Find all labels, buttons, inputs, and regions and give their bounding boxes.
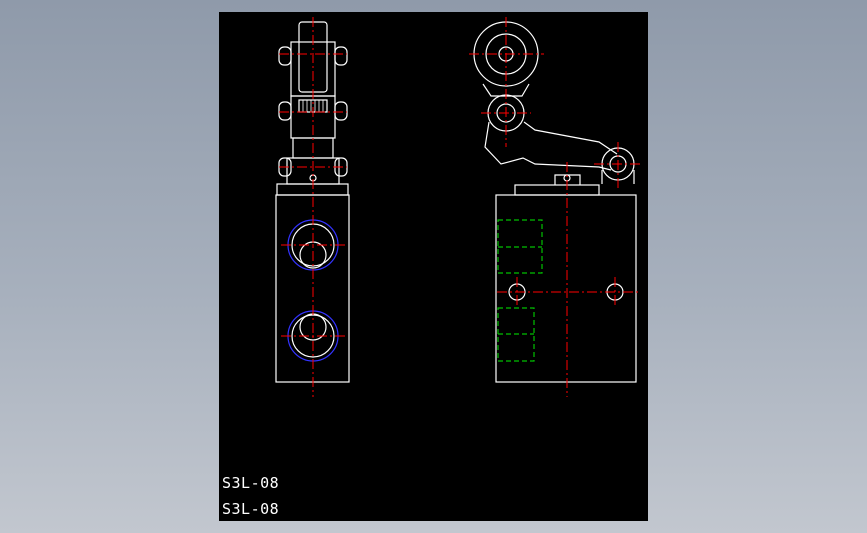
roller-lever-arm [473,21,635,184]
side-view [473,21,637,383]
hidden-lines [497,219,543,362]
part-label-2: S3L-08 [222,500,280,518]
part-label-1: S3L-08 [222,474,280,492]
cad-viewport[interactable]: S3L-08 S3L-08 [219,12,648,521]
roller-fork-front [290,41,336,97]
valve-body-side [495,194,637,383]
head-base-side [514,184,600,196]
cad-drawing [275,17,643,397]
